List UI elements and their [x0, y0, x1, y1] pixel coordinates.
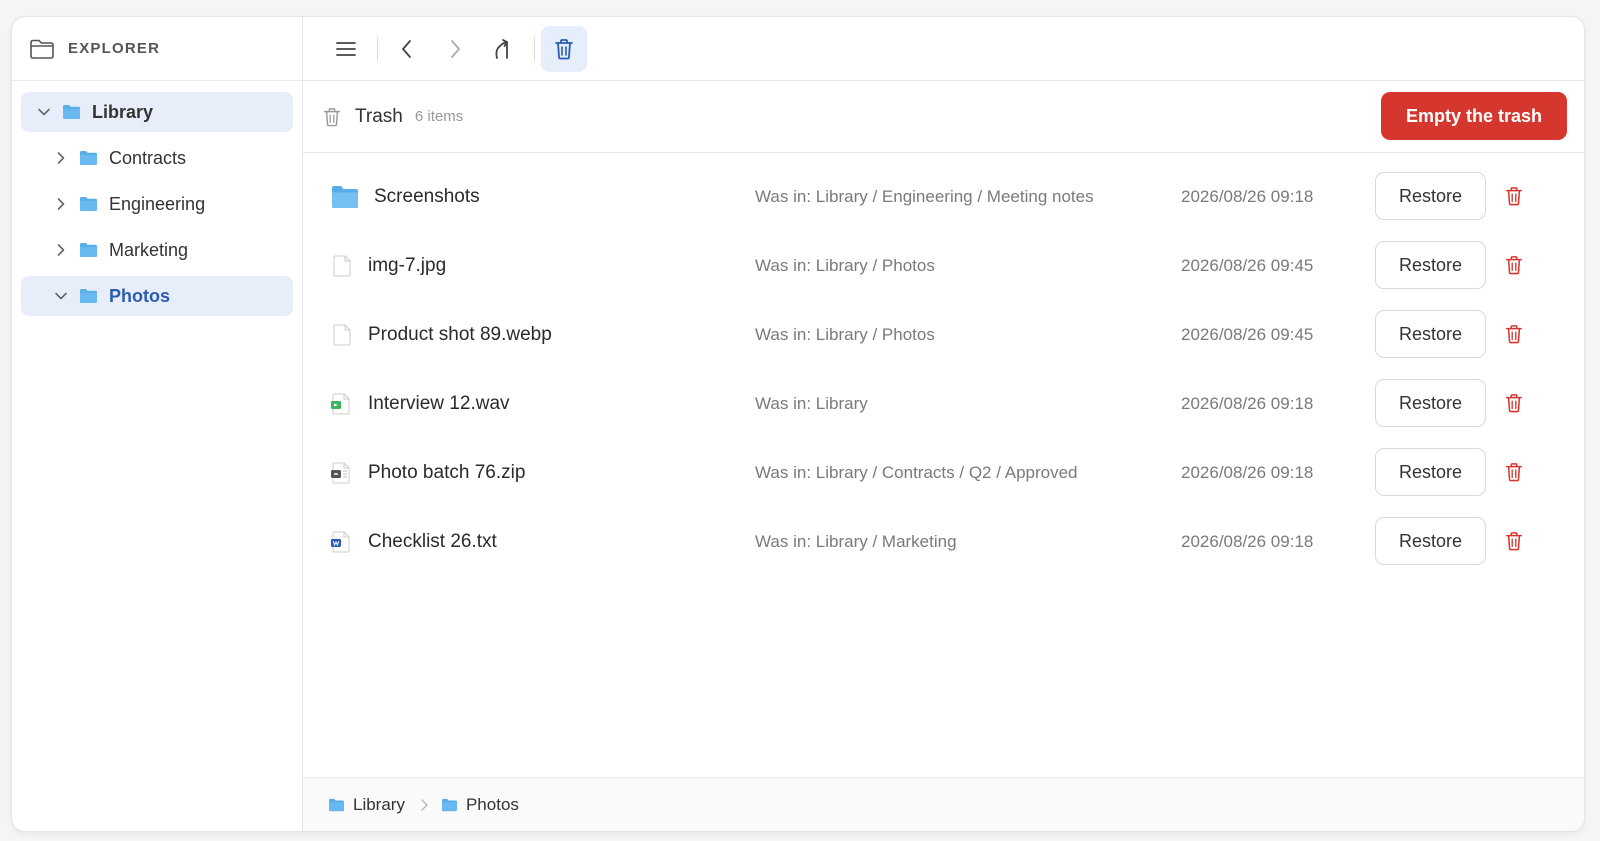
trash-icon [555, 38, 573, 59]
trash-title: Trash [355, 105, 403, 127]
folder-icon [331, 185, 359, 209]
back-button[interactable] [384, 26, 430, 72]
delete-forever-icon[interactable] [1505, 255, 1523, 275]
explorer-window: EXPLORER Library Contracts Engineering M… [11, 16, 1585, 832]
up-button[interactable] [480, 26, 526, 72]
empty-trash-button[interactable]: Empty the trash [1381, 92, 1567, 140]
hamburger-icon [336, 41, 356, 56]
original-location: Was in: Library / Photos [755, 255, 935, 275]
file-icon [333, 324, 351, 346]
file-name: Photo batch 76.zip [368, 461, 526, 483]
deleted-date: 2026/08/26 09:18 [1181, 393, 1314, 413]
folder-tree: Library Contracts Engineering Marketing … [12, 81, 302, 333]
chevron-down-icon[interactable] [53, 288, 69, 304]
tree-item-library[interactable]: Library [21, 92, 293, 132]
restore-button[interactable]: Restore [1375, 517, 1486, 565]
original-location: Was in: Library / Engineering / Meeting … [755, 186, 1094, 206]
table-row[interactable]: img-7.jpg Was in: Library / Photos 2026/… [303, 231, 1584, 300]
deleted-date: 2026/08/26 09:45 [1181, 324, 1314, 344]
original-location: Was in: Library / Contracts / Q2 / Appro… [755, 462, 1078, 482]
restore-button[interactable]: Restore [1375, 448, 1486, 496]
folder-icon [328, 798, 345, 812]
breadcrumb-label: Library [353, 794, 405, 814]
folder-icon [79, 288, 98, 304]
file-name: img-7.jpg [368, 254, 447, 276]
tree-item-photos[interactable]: Photos [21, 276, 293, 316]
tree-item-label: Library [92, 101, 154, 122]
breadcrumb-item-library[interactable]: Library [328, 795, 405, 815]
original-location: Was in: Library / Photos [755, 324, 935, 344]
forward-button[interactable] [432, 26, 478, 72]
trash-button[interactable] [541, 25, 587, 72]
delete-forever-icon[interactable] [1505, 462, 1523, 482]
deleted-date: 2026/08/26 09:18 [1181, 531, 1314, 551]
folder-icon [79, 242, 98, 258]
table-row[interactable]: Photo batch 76.zip Was in: Library / Con… [303, 438, 1584, 507]
item-count: 6 items [414, 108, 464, 125]
chevron-right-icon [451, 39, 460, 58]
file-name: Checklist 26.txt [368, 530, 497, 552]
folder-icon [441, 798, 458, 812]
tree-item-label: Photos [109, 285, 170, 306]
table-row[interactable]: Product shot 89.webp Was in: Library / P… [303, 300, 1584, 369]
breadcrumb: Library Photos [303, 777, 1584, 831]
tree-item-marketing[interactable]: Marketing [21, 230, 293, 270]
folder-icon [79, 196, 98, 212]
delete-forever-icon[interactable] [1505, 393, 1523, 413]
delete-forever-icon[interactable] [1505, 324, 1523, 344]
chevron-right-icon[interactable] [53, 150, 69, 166]
word-file-icon [331, 531, 351, 553]
file-name: Screenshots [374, 185, 480, 207]
sidebar-title: EXPLORER [68, 40, 161, 57]
deleted-date: 2026/08/26 09:45 [1181, 255, 1314, 275]
file-icon [333, 255, 351, 277]
archive-file-icon [331, 462, 351, 484]
trash-file-list: Screenshots Was in: Library / Engineerin… [303, 153, 1584, 831]
restore-button[interactable]: Restore [1375, 172, 1486, 220]
toolbar-divider [534, 36, 535, 61]
restore-button[interactable]: Restore [1375, 379, 1486, 427]
menu-button[interactable] [323, 26, 369, 72]
delete-forever-icon[interactable] [1505, 186, 1523, 206]
restore-button[interactable]: Restore [1375, 241, 1486, 289]
breadcrumb-label: Photos [465, 794, 519, 814]
table-row[interactable]: Checklist 26.txt Was in: Library / Marke… [303, 507, 1584, 576]
restore-button[interactable]: Restore [1375, 310, 1486, 358]
chevron-right-icon[interactable] [53, 242, 69, 258]
folder-outline-icon [29, 38, 55, 60]
toolbar-divider [377, 36, 378, 61]
main-pane: Trash 6 items Empty the trash Screenshot… [303, 17, 1584, 831]
arrow-up-icon [495, 38, 508, 59]
original-location: Was in: Library / Marketing [755, 531, 957, 551]
chevron-right-icon [419, 798, 429, 812]
table-row[interactable]: Interview 12.wav Was in: Library 2026/08… [303, 369, 1584, 438]
audio-file-icon [331, 393, 351, 415]
trash-icon [323, 107, 341, 127]
breadcrumb-item-photos[interactable]: Photos [441, 795, 519, 815]
deleted-date: 2026/08/26 09:18 [1181, 462, 1314, 482]
original-location: Was in: Library [755, 393, 868, 413]
delete-forever-icon[interactable] [1505, 531, 1523, 551]
folder-icon [62, 104, 81, 120]
table-row[interactable]: Screenshots Was in: Library / Engineerin… [303, 162, 1584, 231]
chevron-left-icon [402, 39, 411, 58]
tree-item-label: Marketing [109, 239, 189, 260]
tree-item-label: Contracts [109, 147, 187, 168]
sidebar: EXPLORER Library Contracts Engineering M… [12, 17, 303, 831]
sidebar-header: EXPLORER [12, 17, 302, 81]
tree-item-engineering[interactable]: Engineering [21, 184, 293, 224]
toolbar [303, 17, 1584, 81]
file-name: Product shot 89.webp [368, 323, 552, 345]
tree-item-contracts[interactable]: Contracts [21, 138, 293, 178]
folder-icon [79, 150, 98, 166]
trash-header: Trash 6 items Empty the trash [303, 81, 1584, 153]
chevron-right-icon[interactable] [53, 196, 69, 212]
deleted-date: 2026/08/26 09:18 [1181, 186, 1314, 206]
chevron-down-icon[interactable] [36, 104, 52, 120]
tree-item-label: Engineering [109, 193, 206, 214]
file-name: Interview 12.wav [368, 392, 510, 414]
